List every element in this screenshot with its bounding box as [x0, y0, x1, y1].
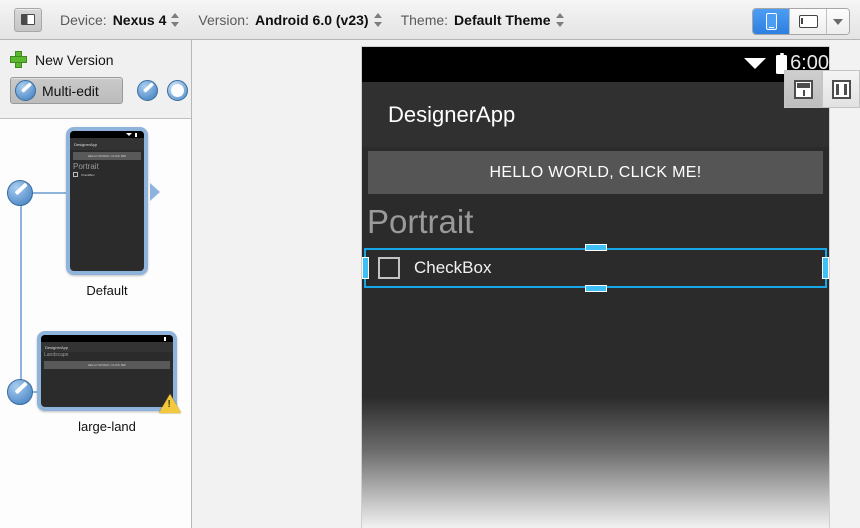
- thumbnail-heading: Portrait: [73, 162, 99, 171]
- orientation-segmented-control: [752, 8, 850, 35]
- warning-triangle-icon: [159, 394, 181, 413]
- chevron-updown-icon[interactable]: [171, 12, 180, 28]
- wifi-icon: [744, 58, 766, 69]
- version-value: Android 6.0 (v23): [254, 11, 369, 28]
- multi-edit-label: Multi-edit: [42, 82, 99, 99]
- checkbox-label: CheckBox: [414, 258, 492, 277]
- edit-version-button[interactable]: [137, 80, 158, 101]
- versions-sidebar: New Version Multi-edit DesignerApp HELLO…: [0, 40, 192, 528]
- thumbnail-app-title: DesignerApp: [70, 138, 144, 150]
- layout-grid-icon: [793, 79, 813, 99]
- new-version-label: New Version: [35, 51, 114, 68]
- chevron-updown-icon[interactable]: [373, 12, 383, 28]
- device-preview[interactable]: 6:00 DesignerApp HELLO WORLD, CLICK ME! …: [362, 47, 829, 528]
- wifi-icon: [126, 133, 132, 136]
- version-name-default: Default: [86, 283, 128, 298]
- thumbnail-heading: Landscape: [44, 352, 69, 358]
- multi-edit-button[interactable]: Multi-edit: [10, 77, 123, 104]
- designer-window: Device: Nexus 4 Version: Android 6.0 (v2…: [0, 0, 860, 528]
- checkbox-icon: [73, 172, 78, 177]
- theme-label: Theme:: [400, 11, 449, 28]
- panel-frame-button[interactable]: [822, 70, 860, 108]
- portrait-heading: Portrait: [367, 203, 474, 240]
- pencil-icon: [15, 80, 36, 101]
- layout-grid-button[interactable]: [784, 70, 822, 108]
- versions-canvas[interactable]: DesignerApp HELLO WORLD, CLICK ME! Portr…: [0, 118, 191, 528]
- preview-overlay-toolbar: [784, 70, 860, 108]
- panel-icon: [21, 14, 35, 25]
- sidebar-actions: Multi-edit: [10, 77, 188, 104]
- tablet-landscape-icon: [798, 15, 818, 28]
- checkbox-icon[interactable]: [378, 257, 400, 279]
- hello-world-button[interactable]: HELLO WORLD, CLICK ME!: [368, 151, 823, 194]
- orientation-portrait-button[interactable]: [753, 9, 790, 34]
- battery-icon: [164, 336, 166, 341]
- preview-fade-overlay: [362, 368, 829, 528]
- panel-icon-button[interactable]: [14, 7, 42, 32]
- resize-handle-bottom[interactable]: [584, 285, 607, 292]
- top-toolbar: Device: Nexus 4 Version: Android 6.0 (v2…: [0, 0, 860, 40]
- thumbnail-status-bar: [41, 335, 173, 342]
- status-bar: 6:00: [362, 47, 829, 82]
- theme-selector[interactable]: Theme: Default Theme: [383, 12, 565, 28]
- checkbox-widget[interactable]: CheckBox: [362, 244, 829, 292]
- thumbnail-button: HELLO WORLD, CLICK ME!: [44, 361, 170, 369]
- resize-handle-left[interactable]: [362, 257, 369, 279]
- thumbnail-screen: DesignerApp HELLO WORLD, CLICK ME! Portr…: [70, 131, 144, 271]
- sidebar-header: New Version Multi-edit: [0, 40, 191, 118]
- hello-world-button-label: HELLO WORLD, CLICK ME!: [489, 163, 702, 181]
- version-edit-node[interactable]: [7, 180, 33, 206]
- panel-frame-icon: [831, 79, 851, 99]
- version-edit-node[interactable]: [7, 379, 33, 405]
- phone-portrait-icon: [765, 13, 777, 30]
- thumbnail-checkbox: CheckBox: [70, 172, 144, 177]
- orientation-dropdown-button[interactable]: [827, 9, 849, 34]
- app-title: DesignerApp: [388, 101, 516, 127]
- device-value: Nexus 4: [112, 11, 167, 28]
- thumbnail-app-title: DesignerApp: [41, 342, 173, 352]
- device-label: Device:: [60, 11, 107, 28]
- new-version-button[interactable]: New Version: [10, 51, 114, 68]
- connector-line: [20, 193, 22, 393]
- chevron-updown-icon[interactable]: [555, 12, 565, 28]
- version-name-large-land: large-land: [78, 419, 136, 434]
- add-version-button[interactable]: [167, 80, 188, 101]
- version-selector[interactable]: Version: Android 6.0 (v23): [180, 12, 382, 28]
- thumbnail-button: HELLO WORLD, CLICK ME!: [73, 152, 141, 160]
- battery-icon: [135, 132, 137, 137]
- version-thumbnail-default[interactable]: DesignerApp HELLO WORLD, CLICK ME! Portr…: [66, 127, 148, 298]
- caret-down-icon: [833, 18, 843, 25]
- plus-icon: [10, 51, 27, 68]
- app-bar: DesignerApp: [362, 82, 829, 147]
- version-thumbnail-large-land[interactable]: DesignerApp Landscape HELLO WORLD, CLICK…: [37, 331, 181, 434]
- connector-arrow-icon: [150, 183, 160, 201]
- checkbox-selection-wrapper: CheckBox: [362, 244, 829, 292]
- thumbnail-screen: DesignerApp Landscape HELLO WORLD, CLICK…: [41, 335, 173, 407]
- thumbnail-status-bar: [70, 131, 144, 138]
- version-label: Version:: [198, 11, 249, 28]
- device-selector[interactable]: Device: Nexus 4: [42, 12, 180, 28]
- resize-handle-right[interactable]: [822, 257, 829, 279]
- thumbnail-checkbox-label: CheckBox: [81, 172, 95, 177]
- resize-handle-top[interactable]: [584, 244, 607, 251]
- orientation-landscape-button[interactable]: [790, 9, 827, 34]
- theme-value: Default Theme: [454, 11, 551, 28]
